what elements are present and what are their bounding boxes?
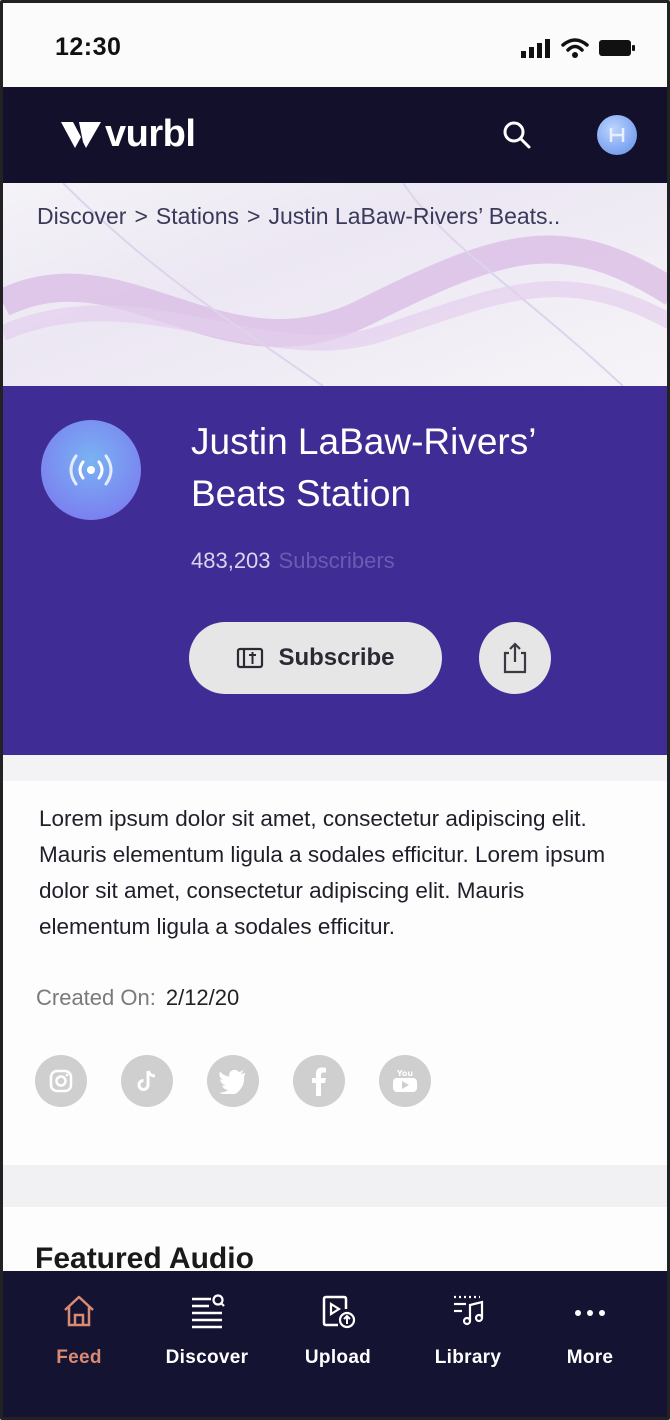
bottom-tab-bar: Feed Discover Upload Library More xyxy=(3,1271,667,1417)
tiktok-icon[interactable] xyxy=(121,1055,173,1107)
library-icon xyxy=(454,1295,484,1326)
tab-library[interactable]: Library xyxy=(413,1289,523,1369)
signal-icon xyxy=(521,39,550,58)
subscribe-button[interactable]: Subscribe xyxy=(189,622,442,694)
youtube-icon[interactable]: You xyxy=(379,1055,431,1107)
facebook-icon[interactable] xyxy=(293,1055,345,1107)
tab-feed-label: Feed xyxy=(56,1347,102,1368)
station-title: Justin LaBaw-Rivers’ Beats Station xyxy=(191,416,631,520)
tab-feed[interactable]: Feed xyxy=(24,1289,134,1369)
subscriber-count: 483,203 xyxy=(191,548,271,573)
station-avatar xyxy=(41,420,141,520)
discover-icon xyxy=(192,1294,225,1329)
svg-text:You: You xyxy=(396,1069,414,1078)
twitter-icon[interactable] xyxy=(207,1055,259,1107)
share-button[interactable] xyxy=(479,622,551,694)
user-avatar[interactable] xyxy=(597,115,637,155)
upload-icon xyxy=(322,1295,356,1329)
status-time: 12:30 xyxy=(55,33,122,61)
home-icon xyxy=(64,1295,94,1327)
tab-discover-label: Discover xyxy=(165,1347,249,1368)
station-header: Justin LaBaw-Rivers’ Beats Station 483,2… xyxy=(3,386,667,755)
wifi-icon xyxy=(561,38,589,58)
breadcrumb-separator: > xyxy=(134,203,148,229)
subscriber-info: 483,203 Subscribers xyxy=(191,548,395,574)
breadcrumb-current: Justin LaBaw-Rivers’ Beats.. xyxy=(268,203,561,229)
tab-discover[interactable]: Discover xyxy=(152,1289,262,1369)
logo-text: vurbl xyxy=(105,113,196,155)
station-banner: Discover > Stations > Justin LaBaw-River… xyxy=(3,183,667,386)
broadcast-icon xyxy=(69,454,113,486)
section-divider xyxy=(3,755,667,781)
breadcrumb-discover[interactable]: Discover xyxy=(37,203,126,230)
social-links: You xyxy=(35,1055,431,1107)
tab-upload-label: Upload xyxy=(304,1347,372,1368)
battery-icon xyxy=(599,40,635,56)
logo-mark-icon xyxy=(61,121,101,148)
subscriber-label: Subscribers xyxy=(278,548,395,573)
more-icon xyxy=(575,1310,605,1316)
status-bar: 12:30 xyxy=(3,3,667,87)
status-icons xyxy=(521,37,635,59)
subscribe-icon xyxy=(237,647,264,669)
breadcrumb: Discover > Stations > Justin LaBaw-River… xyxy=(37,203,560,230)
created-on: Created On: 2/12/20 xyxy=(36,985,239,1011)
subscribe-label: Subscribe xyxy=(278,644,395,671)
station-title-line2: Beats Station xyxy=(191,473,412,514)
section-divider xyxy=(3,1165,667,1207)
phone-frame: 12:30 vurbl Discover > Stations > Justin… xyxy=(0,0,670,1420)
station-title-line1: Justin LaBaw-Rivers’ xyxy=(191,421,537,462)
station-description: Lorem ipsum dolor sit amet, consectetur … xyxy=(39,806,606,939)
tab-upload[interactable]: Upload xyxy=(283,1289,393,1369)
created-label: Created On: xyxy=(36,985,156,1010)
vurbl-logo[interactable]: vurbl xyxy=(59,113,196,156)
search-icon xyxy=(503,121,531,149)
tab-library-label: Library xyxy=(434,1347,502,1368)
tab-more[interactable]: More xyxy=(535,1289,645,1369)
breadcrumb-stations[interactable]: Stations xyxy=(156,203,239,230)
app-header: vurbl xyxy=(3,87,667,183)
share-icon xyxy=(503,642,527,674)
created-date: 2/12/20 xyxy=(165,985,240,1010)
station-about: Lorem ipsum dolor sit amet, consectetur … xyxy=(3,755,667,1275)
search-button[interactable] xyxy=(499,117,535,153)
avatar-icon xyxy=(609,128,625,142)
tab-more-label: More xyxy=(566,1347,614,1368)
breadcrumb-separator: > xyxy=(247,203,261,229)
instagram-icon[interactable] xyxy=(35,1055,87,1107)
